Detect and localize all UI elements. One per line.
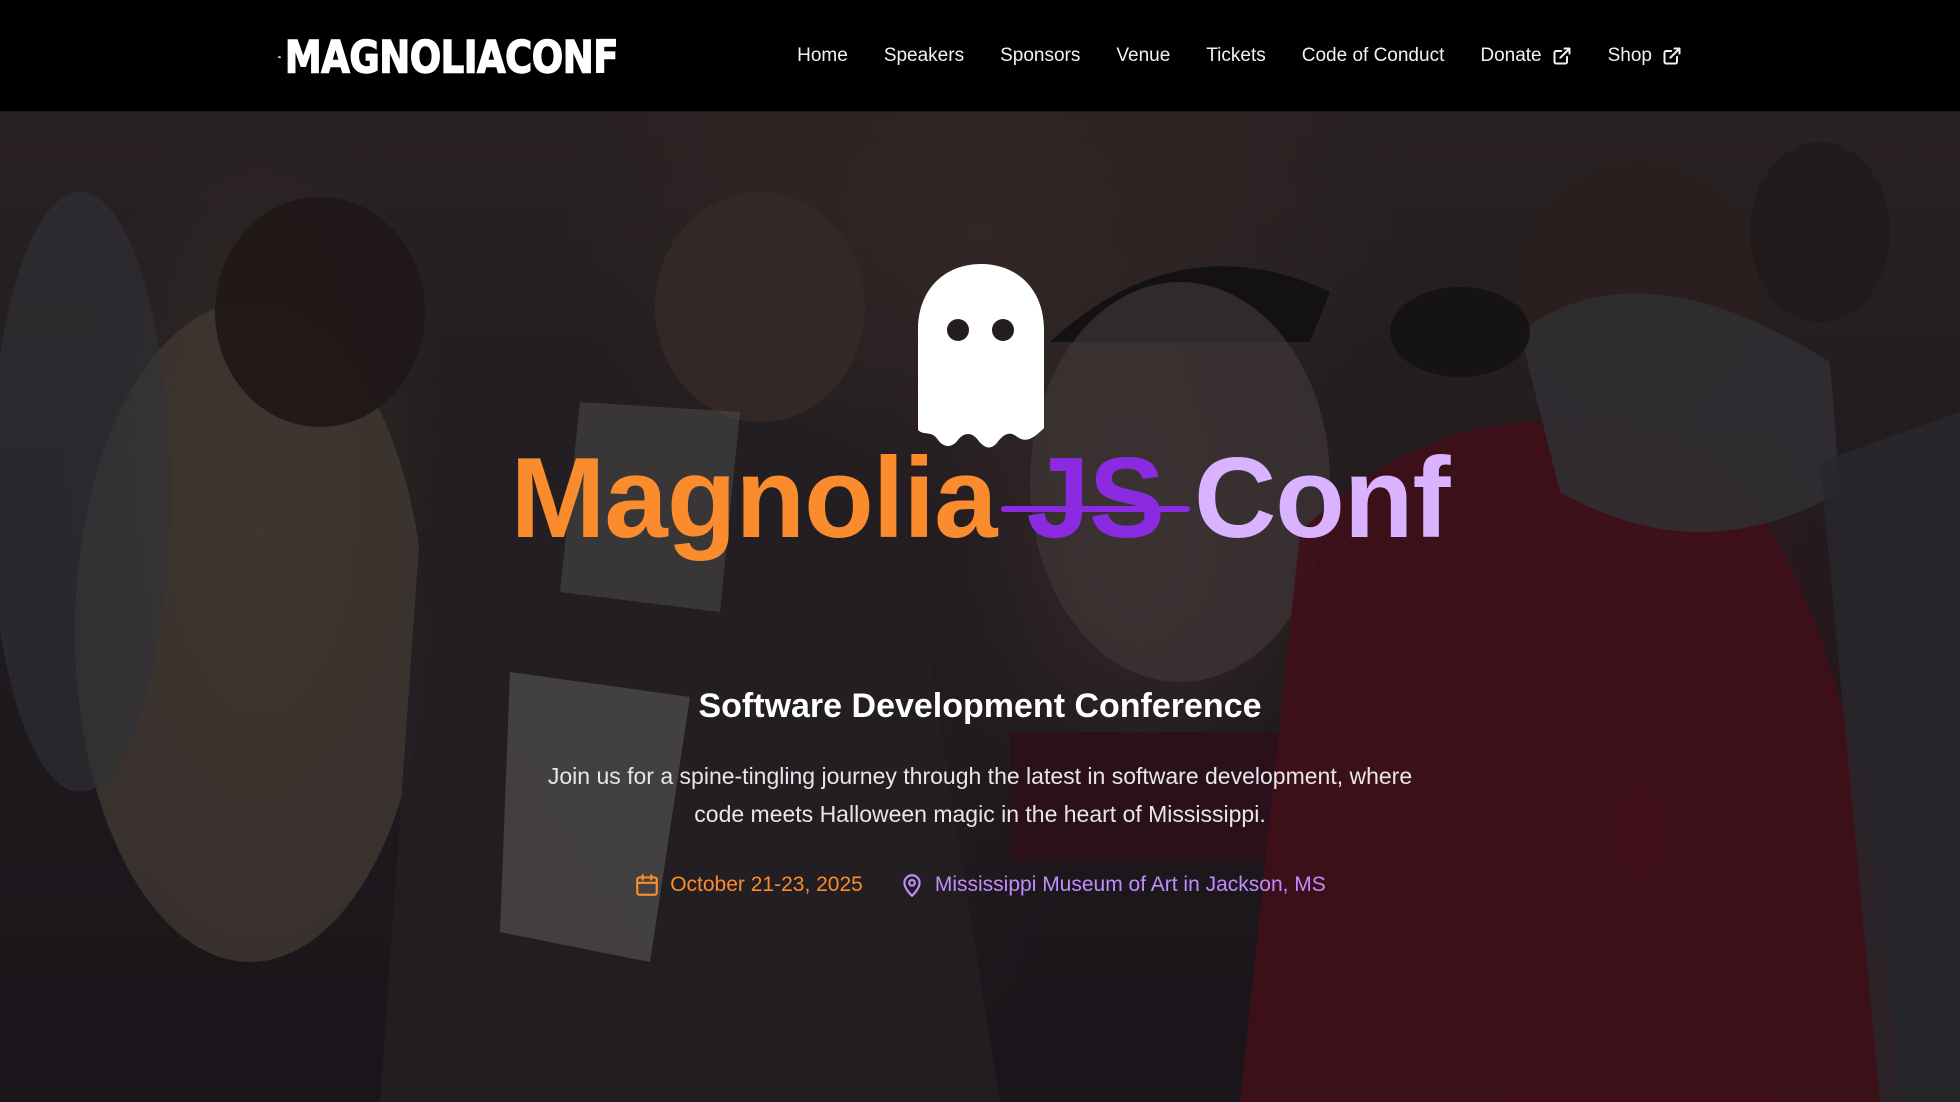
event-location: Mississippi Museum of Art in Jackson, MS	[899, 872, 1326, 898]
nav-sponsors-label: Sponsors	[1000, 45, 1081, 66]
event-location-text: Mississippi Museum of Art in Jackson, MS	[934, 873, 1326, 896]
event-date: October 21-23, 2025	[634, 872, 863, 898]
external-link-icon	[1663, 47, 1681, 65]
ghost-icon	[918, 264, 1044, 448]
nav-donate-link[interactable]: Donate	[1480, 45, 1571, 67]
nav-speakers-label: Speakers	[883, 45, 965, 66]
nav-venue-label: Venue	[1116, 45, 1171, 66]
main-nav: Home Speakers Sponsors Venue Tickets Cod…	[797, 0, 1682, 112]
nav-home-label: Home	[797, 45, 848, 66]
event-date-text: October 21-23, 2025	[670, 873, 863, 896]
title-magnolia: Magnolia	[510, 435, 997, 562]
logo-text: MAGNOLIACONF	[284, 30, 619, 83]
nav-tickets-label: Tickets	[1206, 45, 1266, 66]
nav-code-of-conduct-label: Code of Conduct	[1301, 45, 1445, 66]
title-js-strikethrough: JS	[1000, 442, 1190, 556]
hero-description: Join us for a spine-tingling journey thr…	[547, 763, 1413, 827]
nav-speakers-link[interactable]: Speakers	[884, 45, 964, 67]
nav-shop-link[interactable]: Shop	[1608, 45, 1682, 67]
strike-line	[1000, 505, 1190, 512]
title-js-text: JS	[1026, 435, 1165, 562]
external-link-icon	[1553, 47, 1571, 65]
event-meta: October 21-23, 2025 Mississippi Museum o…	[0, 868, 1960, 902]
nav-donate-label: Donate	[1480, 45, 1542, 66]
hero-section: Magnolia JS Conf Software Development Co…	[0, 112, 1960, 1102]
hero-title: Magnolia JS Conf	[0, 442, 1960, 582]
calendar-icon	[636, 874, 659, 896]
nav-venue-link[interactable]: Venue	[1116, 45, 1170, 67]
nav-code-of-conduct-link[interactable]: Code of Conduct	[1302, 45, 1445, 67]
site-header: MAGNOLIACONF Home Speakers Sponsors Venu…	[0, 0, 1960, 112]
title-conf: Conf	[1193, 435, 1451, 562]
nav-tickets-link[interactable]: Tickets	[1206, 45, 1265, 67]
nav-sponsors-link[interactable]: Sponsors	[1000, 45, 1080, 67]
page: MAGNOLIACONF Home Speakers Sponsors Venu…	[0, 0, 1960, 1102]
nav-home-link[interactable]: Home	[797, 45, 848, 67]
hero-subtitle: Software Development Conference	[698, 687, 1262, 725]
logo-link[interactable]: MAGNOLIACONF	[278, 18, 619, 96]
map-pin-icon	[903, 874, 921, 897]
nav-shop-label: Shop	[1607, 45, 1652, 66]
jack-o-lantern-icon	[278, 55, 281, 59]
